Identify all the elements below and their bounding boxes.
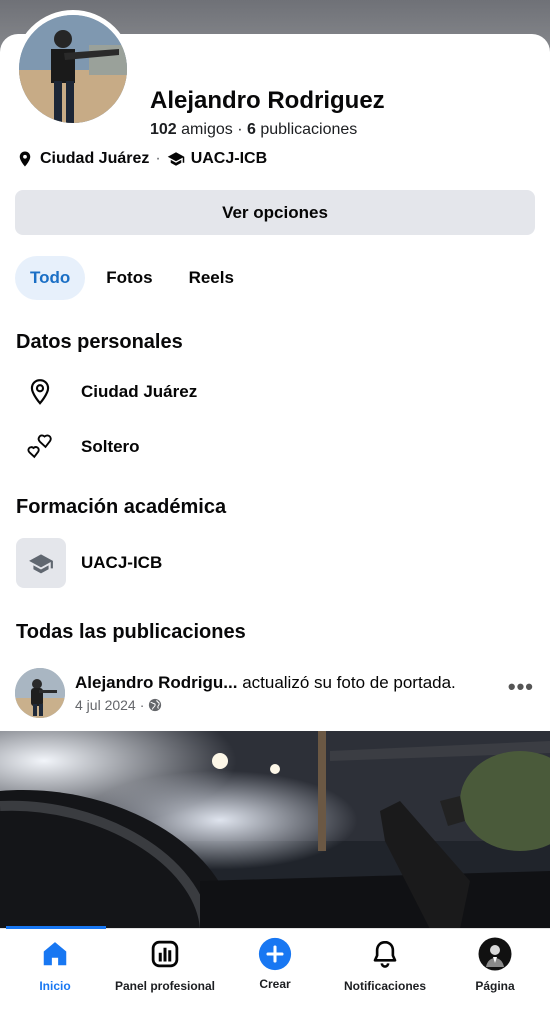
cover-photo-image (0, 731, 550, 929)
plus-icon (258, 937, 292, 971)
post-headline: Alejandro Rodrigu... actualizó su foto d… (75, 673, 456, 693)
home-icon (43, 942, 67, 966)
detail-education-label: UACJ-ICB (81, 553, 163, 572)
location-pin-outline-icon (30, 379, 50, 405)
profile-info-row: Ciudad Juárez · UACJ-ICB (16, 148, 267, 170)
bottom-navbar: Inicio Panel profesional Crear Notificac… (0, 926, 550, 1023)
nav-panel-profesional-label: Panel profesional (114, 979, 216, 993)
post-meta: 4 jul 2024 · (75, 697, 162, 713)
tab-todo[interactable]: Todo (15, 256, 86, 300)
nav-pagina-label: Página (475, 979, 515, 993)
profile-name[interactable]: Alejandro Rodriguez (150, 87, 385, 115)
post-author[interactable]: Alejandro Rodrigu... (75, 673, 237, 692)
info-city[interactable]: Ciudad Juárez (40, 150, 149, 168)
friends-count[interactable]: 102 (150, 121, 177, 138)
hearts-icon (27, 434, 52, 459)
graduation-cap-icon (167, 152, 184, 166)
posts-section-title: Todas las publicaciones (16, 621, 246, 643)
nav-active-indicator (6, 926, 106, 929)
post-header: Alejandro Rodrigu... actualizó su foto d… (15, 668, 540, 718)
graduation-cap-icon (29, 554, 53, 574)
post-date[interactable]: 4 jul 2024 (75, 697, 136, 713)
detail-relationship-label: Soltero (81, 437, 140, 456)
nav-inicio[interactable]: Inicio (0, 937, 110, 993)
profile-stats: 102 amigos · 6 publicaciones (150, 121, 357, 139)
detail-location-label: Ciudad Juárez (81, 382, 198, 401)
globe-icon (149, 698, 162, 712)
profile-tabs: Todo Fotos Reels (15, 256, 255, 300)
profile-sheet: Alejandro Rodriguez 102 amigos · 6 publi… (0, 34, 550, 1023)
bell-icon (373, 940, 397, 968)
friends-label[interactable]: amigos (181, 121, 233, 138)
nav-crear-label: Crear (259, 977, 291, 991)
stats-separator: · (237, 121, 243, 138)
post-more-options-icon[interactable]: ••• (508, 674, 534, 700)
nav-pagina[interactable]: Página (440, 937, 550, 993)
nav-notificaciones-label: Notificaciones (343, 979, 427, 993)
tab-fotos[interactable]: Fotos (91, 256, 167, 300)
tab-reels[interactable]: Reels (174, 256, 249, 300)
profile-avatar[interactable] (14, 10, 132, 128)
personal-section-title: Datos personales (16, 331, 183, 353)
nav-panel-profesional[interactable]: Panel profesional (110, 937, 220, 993)
dashboard-icon (151, 940, 179, 968)
page-avatar-icon (478, 937, 512, 971)
detail-relationship[interactable]: Soltero (16, 423, 140, 471)
ver-opciones-button[interactable]: Ver opciones (15, 190, 535, 235)
post-action: actualizó su foto de portada. (242, 673, 456, 692)
avatar-photo-icon (15, 668, 65, 718)
info-school[interactable]: UACJ-ICB (191, 150, 267, 168)
detail-location[interactable]: Ciudad Juárez (16, 368, 197, 416)
nav-crear[interactable]: Crear (220, 937, 330, 991)
post-author-avatar[interactable] (15, 668, 65, 718)
posts-label: publicaciones (260, 121, 358, 138)
nav-notificaciones[interactable]: Notificaciones (330, 937, 440, 993)
education-section-title: Formación académica (16, 496, 227, 518)
info-separator: · (155, 150, 161, 167)
nav-inicio-label: Inicio (39, 979, 71, 993)
avatar-photo-icon (19, 15, 127, 123)
post-cover-photo[interactable] (0, 731, 550, 929)
posts-count: 6 (246, 121, 256, 138)
detail-education[interactable]: UACJ-ICB (16, 538, 163, 588)
location-pin-icon (19, 151, 31, 167)
school-icon-box (16, 538, 66, 588)
meta-separator: · (139, 697, 145, 713)
